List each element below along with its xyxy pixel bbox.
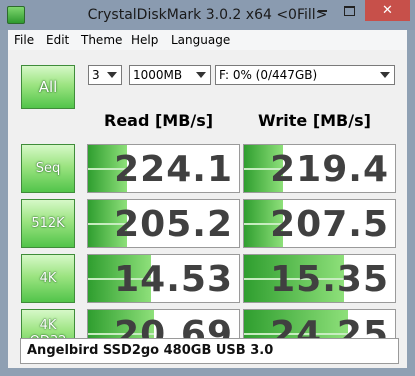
- maximize-button[interactable]: [336, 0, 363, 21]
- read-header: Read [MB/s]: [104, 111, 214, 130]
- test-size-select[interactable]: 1000MB: [129, 65, 211, 85]
- close-icon: ✕: [382, 3, 393, 18]
- chevron-down-icon: [380, 72, 390, 78]
- test-size-value: 1000MB: [133, 68, 183, 82]
- 512k-test-label: 512K: [31, 215, 65, 231]
- 4k-test-label: 4K: [39, 270, 57, 286]
- 4k-qd32-label-line1: 4K: [39, 317, 57, 333]
- comment-field[interactable]: Angelbird SSD2go 480GB USB 3.0: [20, 338, 399, 364]
- write-value: 15.35: [270, 259, 389, 300]
- run-all-button[interactable]: All: [21, 65, 75, 109]
- minimize-button[interactable]: [309, 0, 336, 21]
- app-window: CrystalDiskMark 3.0.2 x64 <0Fill> ✕ File…: [0, 0, 415, 376]
- write-value: 207.5: [270, 204, 389, 245]
- run-all-label: All: [38, 78, 58, 96]
- menu-language[interactable]: Language: [171, 30, 230, 50]
- read-value: 14.53: [114, 259, 233, 300]
- drive-value: F: 0% (0/447GB): [219, 68, 318, 82]
- menu-theme[interactable]: Theme: [81, 30, 122, 50]
- write-value: 219.4: [270, 149, 389, 190]
- menu-edit[interactable]: Edit: [46, 30, 69, 50]
- chevron-down-icon: [107, 72, 117, 78]
- 512k-write-result: 207.5: [243, 199, 396, 248]
- title-bar[interactable]: CrystalDiskMark 3.0.2 x64 <0Fill> ✕: [0, 0, 415, 30]
- test-count-value: 3: [92, 68, 100, 82]
- 4k-write-result: 15.35: [243, 254, 396, 303]
- read-value: 205.2: [114, 204, 233, 245]
- maximize-icon: [344, 5, 355, 16]
- seq-read-result: 224.1: [87, 144, 240, 193]
- minimize-icon: [318, 9, 327, 12]
- 4k-read-result: 14.53: [87, 254, 240, 303]
- 512k-test-button[interactable]: 512K: [21, 199, 75, 248]
- test-count-select[interactable]: 3: [88, 65, 122, 85]
- seq-test-label: Seq: [35, 160, 61, 176]
- read-value: 224.1: [114, 149, 233, 190]
- chevron-down-icon: [196, 72, 206, 78]
- close-button[interactable]: ✕: [365, 0, 410, 21]
- menu-bar: File Edit Theme Help Language: [8, 30, 407, 50]
- menu-file[interactable]: File: [14, 30, 34, 50]
- seq-write-result: 219.4: [243, 144, 396, 193]
- menu-help[interactable]: Help: [131, 30, 158, 50]
- benchmark-panel: All 3 1000MB F: 0% (0/447GB) Read [MB/s]…: [8, 50, 407, 368]
- 512k-read-result: 205.2: [87, 199, 240, 248]
- seq-test-button[interactable]: Seq: [21, 144, 75, 193]
- write-header: Write [MB/s]: [258, 111, 371, 130]
- drive-select[interactable]: F: 0% (0/447GB): [215, 65, 395, 85]
- client-area: File Edit Theme Help Language All 3 1000…: [8, 30, 407, 368]
- 4k-test-button[interactable]: 4K: [21, 254, 75, 303]
